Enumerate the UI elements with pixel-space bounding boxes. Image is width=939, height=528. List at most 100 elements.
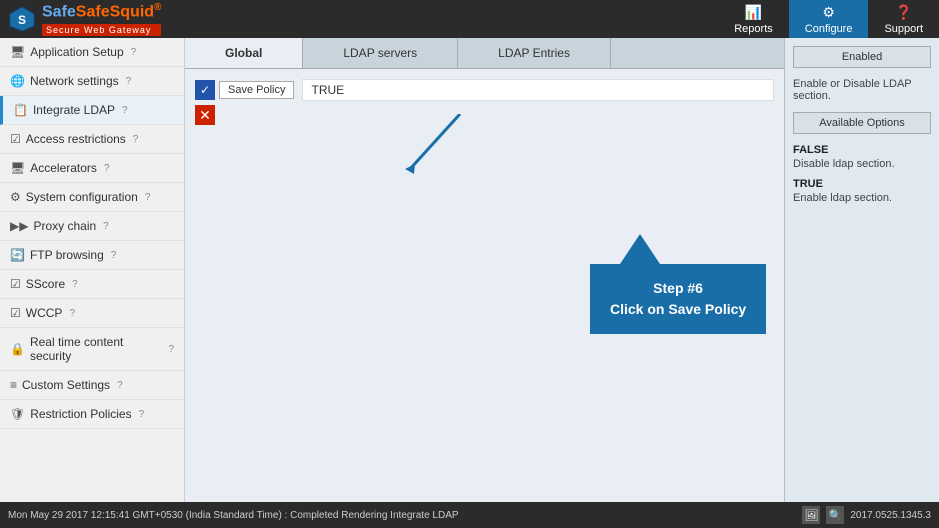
application-setup-icon: 🖥 <box>10 45 25 59</box>
sidebar-item-sscore[interactable]: ☑ SScore ? <box>0 270 184 299</box>
sidebar-item-ftp-browsing[interactable]: 🔄 FTP browsing ? <box>0 241 184 270</box>
help-icon: ? <box>133 134 139 145</box>
sidebar-item-label: Restriction Policies <box>30 407 131 421</box>
footer-right: 🖼 🔍 2017.0525.1345.3 <box>802 506 931 524</box>
reports-label: Reports <box>734 23 773 35</box>
option-true-value: TRUE <box>793 178 931 190</box>
ldap-icon: 📋 <box>13 103 28 117</box>
realtime-icon: 🔒 <box>10 342 25 356</box>
help-icon: ? <box>168 344 174 355</box>
sidebar-item-restriction-policies[interactable]: 🛡 Restriction Policies ? <box>0 400 184 429</box>
ftp-icon: 🔄 <box>10 248 25 262</box>
content-area: Global LDAP servers LDAP Entries ✓ Save … <box>185 38 784 502</box>
row-controls: ✓ <box>195 80 215 100</box>
sidebar-item-realtime-content[interactable]: 🔒 Real time content security ? <box>0 328 184 371</box>
help-icon: ? <box>104 163 110 174</box>
help-icon: ? <box>111 250 117 261</box>
panel-description: Enable or Disable LDAP section. <box>793 78 931 102</box>
help-icon: ? <box>117 380 123 391</box>
sidebar-item-system-configuration[interactable]: ⚙ System configuration ? <box>0 183 184 212</box>
help-icon: ? <box>122 105 128 116</box>
help-icon: ? <box>103 221 109 232</box>
configure-icon: ⚙ <box>822 4 835 21</box>
tab-content-global: ✓ Save Policy TRUE ✕ Step #6 Click on Sa… <box>185 69 784 502</box>
options-list: FALSE Disable ldap section. TRUE Enable … <box>793 144 931 204</box>
wccp-icon: ☑ <box>10 306 21 320</box>
custom-icon: ≡ <box>10 378 17 392</box>
footer-version: 2017.0525.1345.3 <box>850 510 931 521</box>
sidebar-item-label: Network settings <box>30 74 119 88</box>
logo-text: SafeSafeSquid® <box>42 2 161 21</box>
tab-ldap-entries[interactable]: LDAP Entries <box>458 38 611 68</box>
sidebar-item-label: SScore <box>26 277 65 291</box>
sidebar-item-label: Proxy chain <box>33 219 96 233</box>
tooltip-arrow-svg <box>400 114 480 174</box>
policy-row: ✓ Save Policy TRUE <box>195 79 774 101</box>
reports-icon: 📊 <box>745 4 762 21</box>
help-icon: ? <box>69 308 75 319</box>
logo-area: S SafeSafeSquid® Secure Web Gateway <box>0 2 161 35</box>
tab-global[interactable]: Global <box>185 38 303 68</box>
option-true-desc: Enable ldap section. <box>793 192 931 204</box>
sidebar-item-label: Application Setup <box>30 45 123 59</box>
nav-reports[interactable]: 📊 Reports <box>718 0 789 38</box>
svg-text:S: S <box>18 13 26 27</box>
help-icon: ? <box>72 279 78 290</box>
sidebar-item-label: Accelerators <box>30 161 97 175</box>
option-false: FALSE Disable ldap section. <box>793 144 931 170</box>
tab-ldap-servers[interactable]: LDAP servers <box>303 38 458 68</box>
option-false-desc: Disable ldap section. <box>793 158 931 170</box>
check-button[interactable]: ✓ <box>195 80 215 100</box>
enabled-button[interactable]: Enabled <box>793 46 931 68</box>
sidebar-item-application-setup[interactable]: 🖥 Application Setup ? <box>0 38 184 67</box>
logo-safe: Safe <box>42 4 76 21</box>
footer-search-icon[interactable]: 🔍 <box>826 506 844 524</box>
footer-screenshot-icon[interactable]: 🖼 <box>802 506 820 524</box>
main-layout: 🖥 Application Setup ? 🌐 Network settings… <box>0 38 939 502</box>
enabled-section: Enabled <box>793 46 931 68</box>
sidebar-item-label: Real time content security <box>30 335 161 363</box>
help-icon: ? <box>145 192 151 203</box>
sidebar-item-proxy-chain[interactable]: ▶▶ Proxy chain ? <box>0 212 184 241</box>
nav-configure[interactable]: ⚙ Configure <box>789 0 869 38</box>
options-section: Available Options <box>793 112 931 134</box>
configure-label: Configure <box>805 23 853 35</box>
policy-value: TRUE <box>302 79 774 101</box>
sidebar-item-wccp[interactable]: ☑ WCCP ? <box>0 299 184 328</box>
sidebar-item-integrate-ldap[interactable]: 📋 Integrate LDAP ? <box>0 96 184 125</box>
restriction-icon: 🛡 <box>10 407 25 421</box>
option-true: TRUE Enable ldap section. <box>793 178 931 204</box>
sidebar-item-custom-settings[interactable]: ≡ Custom Settings ? <box>0 371 184 400</box>
logo-stack: SafeSafeSquid® Secure Web Gateway <box>42 2 161 35</box>
sscore-icon: ☑ <box>10 277 21 291</box>
sidebar-item-label: FTP browsing <box>30 248 104 262</box>
help-icon: ? <box>131 47 137 58</box>
logo-reg: ® <box>154 2 161 13</box>
right-panel: Enabled Enable or Disable LDAP section. … <box>784 38 939 502</box>
sidebar: 🖥 Application Setup ? 🌐 Network settings… <box>0 38 185 502</box>
footer-status: Mon May 29 2017 12:15:41 GMT+0530 (India… <box>8 510 459 521</box>
description-section: Enable or Disable LDAP section. <box>793 78 931 102</box>
logo-sub: Secure Web Gateway <box>42 24 161 36</box>
sidebar-item-network-settings[interactable]: 🌐 Network settings ? <box>0 67 184 96</box>
sysconfig-icon: ⚙ <box>10 190 21 204</box>
help-icon: ? <box>139 409 145 420</box>
sidebar-item-label: WCCP <box>26 306 63 320</box>
sidebar-item-access-restrictions[interactable]: ☑ Access restrictions ? <box>0 125 184 154</box>
logo-squid: SafeSquid <box>76 4 154 21</box>
accelerators-icon: 🖥 <box>10 161 25 175</box>
footer: Mon May 29 2017 12:15:41 GMT+0530 (India… <box>0 502 939 528</box>
support-label: Support <box>884 23 923 35</box>
nav-support[interactable]: ❓ Support <box>868 0 939 38</box>
save-policy-button[interactable]: Save Policy <box>219 81 294 99</box>
sidebar-item-label: Custom Settings <box>22 378 110 392</box>
sidebar-item-accelerators[interactable]: 🖥 Accelerators ? <box>0 154 184 183</box>
logo-icon: S <box>8 5 36 33</box>
delete-button[interactable]: ✕ <box>195 105 215 125</box>
step-tooltip: Step #6 Click on Save Policy <box>590 264 766 334</box>
nav-buttons: 📊 Reports ⚙ Configure ❓ Support <box>718 0 939 38</box>
proxy-icon: ▶▶ <box>10 219 28 233</box>
available-options-button[interactable]: Available Options <box>793 112 931 134</box>
sidebar-item-label: Access restrictions <box>26 132 126 146</box>
tooltip-line1: Step #6 <box>653 280 703 296</box>
